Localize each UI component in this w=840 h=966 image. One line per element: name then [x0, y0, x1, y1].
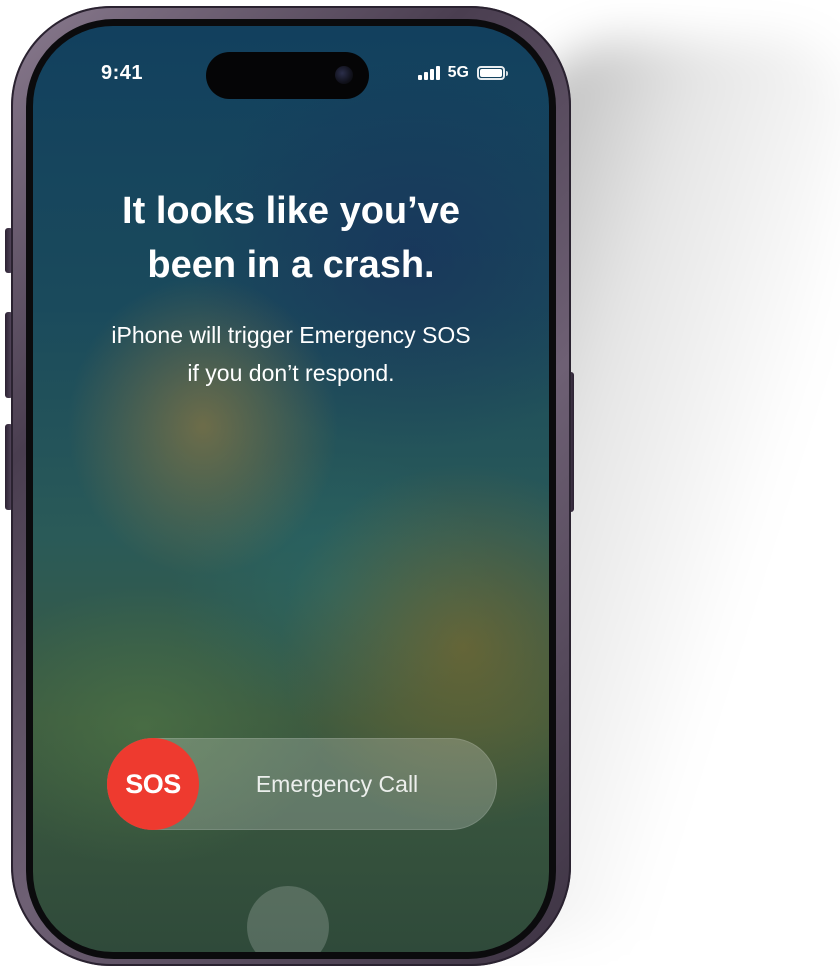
crash-alert-message: iPhone will trigger Emergency SOS if you… — [111, 322, 471, 386]
sos-knob-label: SOS — [125, 768, 181, 799]
sos-slider-knob[interactable]: SOS — [107, 738, 199, 830]
crash-alert-title: It looks like you’ve been in a crash. — [122, 190, 460, 286]
phone-frame: 9:41 5G It looks like you’ve been in a c… — [11, 6, 571, 966]
battery-icon — [477, 66, 508, 80]
cancel-button[interactable] — [247, 886, 329, 952]
emergency-call-label: Emergency Call — [255, 771, 419, 797]
dynamic-island — [206, 52, 369, 99]
status-time: 9:41 — [101, 62, 144, 84]
status-indicators: 5G — [417, 64, 508, 82]
cellular-signal-icon — [417, 66, 440, 80]
lock-screen: 9:41 5G It looks like you’ve been in a c… — [33, 26, 549, 952]
network-type-label: 5G — [447, 64, 469, 81]
camera-icon — [335, 66, 353, 84]
emergency-call-slider[interactable]: SOS Emergency Call — [107, 738, 497, 830]
